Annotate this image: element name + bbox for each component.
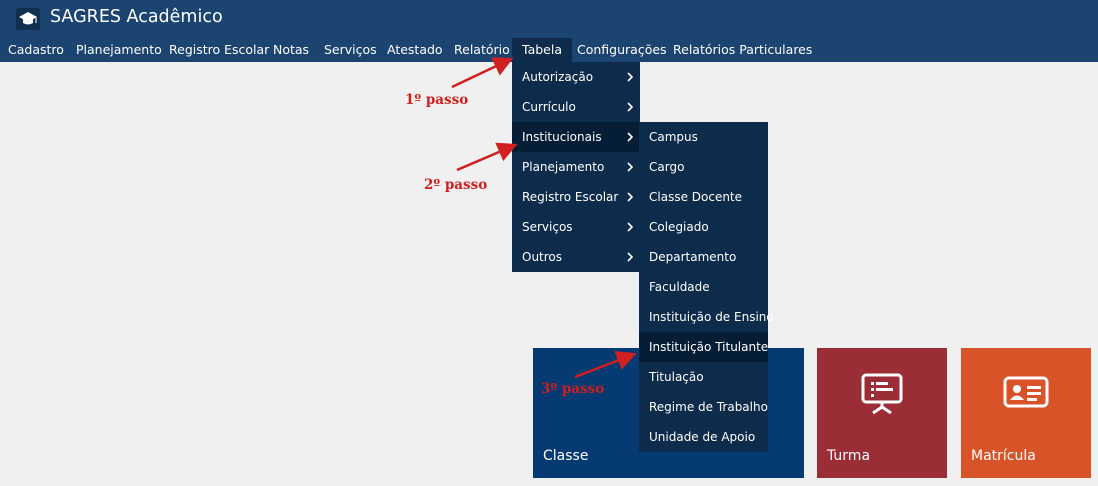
annotation-arrows bbox=[451, 57, 637, 379]
step-2-arrow bbox=[456, 142, 518, 172]
step-1-arrow bbox=[451, 57, 514, 89]
step-3-arrow bbox=[574, 351, 637, 379]
